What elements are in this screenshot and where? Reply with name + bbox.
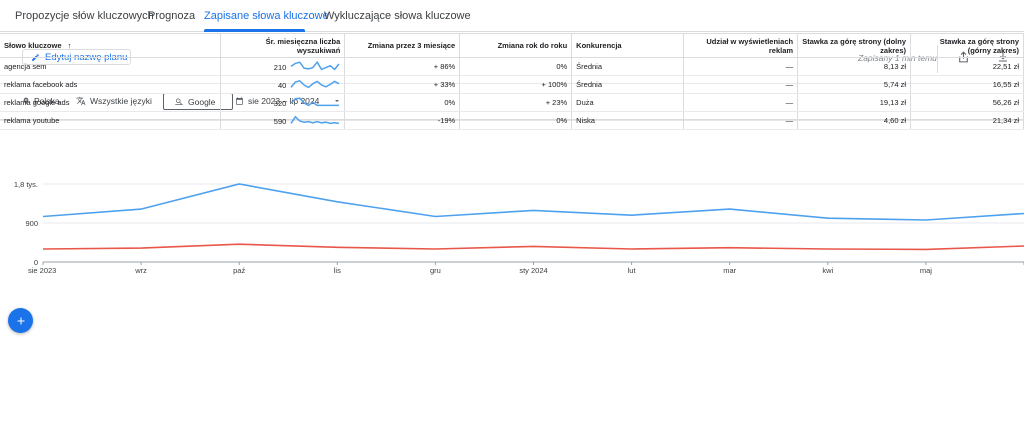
sort-arrow-up-icon: ↑ bbox=[67, 41, 72, 50]
series-line-0 bbox=[42, 183, 1024, 221]
x-tick-label: sty 2024 bbox=[519, 266, 547, 275]
plus-icon bbox=[17, 317, 24, 324]
col-header-volume[interactable]: Śr. miesięczna liczba wyszukiwań bbox=[220, 33, 346, 58]
bid-high-cell: 56,26 zł bbox=[910, 93, 1024, 112]
sparkline-path bbox=[290, 115, 340, 125]
keyword-cell: reklama youtube bbox=[0, 111, 222, 130]
x-tick-label: sie 2023 bbox=[28, 266, 56, 275]
x-tick-label: lut bbox=[628, 266, 637, 275]
volume-value: 320 bbox=[273, 99, 287, 108]
col-header-keyword-label: Słowo kluczowe bbox=[4, 41, 62, 50]
keyword-cell: reklama facebook ads bbox=[0, 75, 222, 94]
yoy-cell: + 100% bbox=[459, 75, 573, 94]
y-tick-label: 1,8 tys. bbox=[14, 180, 38, 189]
volume-value: 210 bbox=[273, 63, 287, 72]
change-3m-cell: 0% bbox=[344, 93, 461, 112]
line-chart: 09001,8 tys.sie 2023 wrz paź lis gru sty 2024… bbox=[14, 180, 1024, 275]
col-header-bid-high[interactable]: Stawka za górę strony (górny zakres) bbox=[910, 33, 1024, 58]
x-tick-label: wrz bbox=[134, 266, 147, 275]
col-header-change-3m[interactable]: Zmiana przez 3 miesiące bbox=[344, 33, 461, 58]
volume-cell: 320 bbox=[220, 93, 346, 112]
bid-low-cell: 4,60 zł bbox=[797, 111, 912, 130]
table-row[interactable]: agencja sem 210 + 86% 0% Średnia —8,13 zł 22,5… bbox=[0, 57, 1024, 76]
tab-keyword-ideas[interactable]: Propozycje słów kluczowych bbox=[15, 10, 154, 22]
keyword-cell: reklama google ads bbox=[0, 93, 222, 112]
table-row[interactable]: reklama google ads 320 0% + 23% Duża —19,13 z… bbox=[0, 93, 1024, 112]
x-tick-label: paź bbox=[233, 266, 245, 275]
change-3m-cell: -19% bbox=[344, 111, 461, 130]
trend-sparkline bbox=[290, 60, 340, 71]
search-volume-chart: 0 900 1,8 tys. sie 2023 wrz paź lis gru sty 2024… bbox=[0, 121, 1024, 304]
yoy-cell: + 23% bbox=[459, 93, 573, 112]
sparkline-path bbox=[290, 97, 340, 107]
col-header-impression-share[interactable]: Udział w wyświetleniach reklam bbox=[683, 33, 799, 58]
col-header-competition[interactable]: Konkurencja bbox=[571, 33, 685, 58]
sparkline-path bbox=[290, 60, 340, 71]
impression-share-cell: — bbox=[683, 93, 799, 112]
trend-sparkline bbox=[290, 97, 340, 107]
x-tick-label: mar bbox=[723, 266, 736, 275]
tab-negative-keywords[interactable]: Wykluczające słowa kluczowe bbox=[324, 10, 471, 22]
yoy-cell: 0% bbox=[459, 111, 573, 130]
bid-low-cell: 8,13 zł bbox=[797, 57, 912, 76]
x-tick-label: gru bbox=[430, 266, 441, 275]
competition-cell: Średnia bbox=[571, 57, 685, 76]
col-header-keyword[interactable]: Słowo kluczowe ↑ bbox=[0, 33, 222, 58]
sparkline-path bbox=[290, 79, 340, 89]
volume-cell: 40 bbox=[220, 75, 346, 94]
competition-cell: Duża bbox=[571, 93, 685, 112]
tab-saved-keywords[interactable]: Zapisane słowa kluczowe bbox=[204, 10, 329, 22]
series-line-1 bbox=[42, 243, 1024, 251]
change-3m-cell: + 33% bbox=[344, 75, 461, 94]
col-header-bid-low[interactable]: Stawka za górę strony (dolny zakres) bbox=[797, 33, 912, 58]
bid-high-cell: 21,34 zł bbox=[910, 111, 1024, 130]
change-3m-cell: + 86% bbox=[344, 57, 461, 76]
table-header-row: Słowo kluczowe ↑ Śr. miesięczna liczba w… bbox=[0, 33, 1024, 58]
bid-high-cell: 16,55 zł bbox=[910, 75, 1024, 94]
competition-cell: Niska bbox=[571, 111, 685, 130]
volume-value: 590 bbox=[273, 117, 287, 126]
trend-sparkline bbox=[290, 115, 340, 125]
impression-share-cell: — bbox=[683, 57, 799, 76]
x-tick-label: kwi bbox=[822, 266, 833, 275]
keyword-cell: agencja sem bbox=[0, 57, 222, 76]
impression-share-cell: — bbox=[683, 75, 799, 94]
volume-value: 40 bbox=[277, 81, 287, 90]
x-tick-label: maj bbox=[920, 266, 932, 275]
yoy-cell: 0% bbox=[459, 57, 573, 76]
tab-bar: Propozycje słów kluczowych Prognoza Zapi… bbox=[0, 0, 1024, 32]
table-row[interactable]: reklama youtube 590 -19% 0% Niska —4,60 zł 21,… bbox=[0, 111, 1024, 130]
table-row[interactable]: reklama facebook ads 40 + 33% + 100% Średnia… bbox=[0, 75, 1024, 94]
trend-sparkline bbox=[290, 79, 340, 89]
competition-cell: Średnia bbox=[571, 75, 685, 94]
bid-high-cell: 22,51 zł bbox=[910, 57, 1024, 76]
tab-forecast[interactable]: Prognoza bbox=[148, 10, 195, 22]
impression-share-cell: — bbox=[683, 111, 799, 130]
keyword-table-panel bbox=[0, 304, 1024, 435]
bid-low-cell: 19,13 zł bbox=[797, 93, 912, 112]
x-tick-label: lis bbox=[334, 266, 341, 275]
col-header-yoy[interactable]: Zmiana rok do roku bbox=[459, 33, 573, 58]
keyword-table: Słowo kluczowe ↑ Śr. miesięczna liczba w… bbox=[0, 33, 1024, 130]
y-tick-label: 900 bbox=[25, 219, 38, 228]
add-keyword-button[interactable] bbox=[8, 308, 33, 333]
bid-low-cell: 5,74 zł bbox=[797, 75, 912, 94]
volume-cell: 590 bbox=[220, 111, 346, 130]
volume-cell: 210 bbox=[220, 57, 346, 76]
